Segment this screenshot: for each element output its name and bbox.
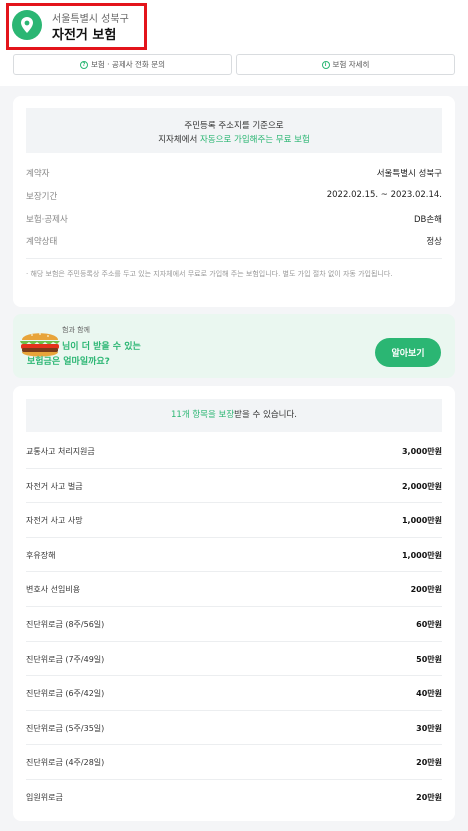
notice-line-1: 주민등록 주소지를 기준으로 bbox=[184, 121, 284, 131]
info-value: 2022.02.15. ~ 2023.02.14. bbox=[326, 190, 442, 200]
coverage-name: 변호사 선임비용 bbox=[26, 585, 81, 595]
info-key: 계약상태 bbox=[26, 237, 58, 247]
coverage-row: 진단위로금 (7주/49일) 50만원 bbox=[26, 642, 442, 677]
info-row-status: 계약상태 정상 bbox=[26, 235, 442, 249]
divider bbox=[26, 258, 442, 259]
coverage-amount: 1,000만원 bbox=[401, 516, 442, 526]
coverage-name: 진단위로금 (7주/49일) bbox=[26, 654, 105, 664]
coverage-name: 입원위로금 bbox=[26, 792, 63, 802]
coverage-amount: 2,000만원 bbox=[401, 481, 442, 491]
coverage-name: 진단위로금 (4주/28일) bbox=[26, 758, 105, 768]
info-row-period: 보장기간 2022.02.15. ~ 2023.02.14. bbox=[26, 190, 442, 204]
coverage-amount: 200만원 bbox=[410, 585, 442, 595]
promo-small-text: 험과 함께 bbox=[62, 326, 90, 334]
info-key: 보장기간 bbox=[26, 192, 58, 202]
coverage-name: 자전거 사고 사망 bbox=[26, 516, 83, 526]
coverage-name: 후유장해 bbox=[26, 550, 56, 560]
coverage-row: 진단위로금 (8주/56일) 60만원 bbox=[26, 607, 442, 642]
coverage-summary: 11개 항목을 보장받을 수 있습니다. bbox=[26, 399, 442, 432]
info-key: 보험·공제사 bbox=[26, 215, 68, 225]
coverage-amount: 40만원 bbox=[416, 689, 442, 699]
page-header: 서울특별시 성북구 자전거 보험 ? 보험 · 공제사 전화 문의 i 보험 자… bbox=[0, 0, 468, 86]
insurance-detail-button[interactable]: i 보험 자세히 bbox=[236, 54, 455, 75]
insurer-phone-label: 보험 · 공제사 전화 문의 bbox=[90, 60, 166, 69]
coverage-name: 교통사고 처리지원금 bbox=[26, 447, 95, 456]
coverage-row: 진단위로금 (6주/42일) 40만원 bbox=[26, 676, 442, 711]
coverage-row: 교통사고 처리지원금 3,000만원 bbox=[26, 434, 442, 469]
coverage-row: 후유장해 1,000만원 bbox=[26, 538, 442, 573]
promo-banner[interactable]: 험과 함께 님이 더 받을 수 있는 보험금은 얼마일까요? 알아보기 bbox=[13, 314, 455, 378]
find-out-button[interactable]: 알아보기 bbox=[375, 338, 441, 367]
info-value: 서울특별시 성북구 bbox=[376, 169, 442, 179]
coverage-amount: 20만원 bbox=[416, 758, 442, 768]
contract-card: 주민등록 주소지를 기준으로 지자체에서 자동으로 가입해주는 무료 보험 계약… bbox=[13, 96, 455, 307]
coverage-row: 진단위로금 (4주/28일) 20만원 bbox=[26, 745, 442, 780]
coverage-row: 변호사 선임비용 200만원 bbox=[26, 572, 442, 607]
coverage-list: 교통사고 처리지원금 3,000만원 자전거 사고 벌금 2,000만원 자전거 사… bbox=[26, 434, 442, 815]
coverage-card: 11개 항목을 보장받을 수 있습니다. 교통사고 처리지원금 3,000만원 자… bbox=[13, 386, 455, 821]
question-icon: ? bbox=[79, 60, 88, 69]
info-row-contractor: 계약자 서울특별시 성북구 bbox=[26, 167, 442, 181]
coverage-amount: 30만원 bbox=[416, 723, 442, 733]
disclaimer-text: · 해당 보험은 주민등록상 주소를 두고 있는 지자체에서 무료로 가입해 주… bbox=[26, 270, 393, 278]
title-highlight-box bbox=[6, 3, 147, 50]
info-icon: i bbox=[321, 60, 330, 69]
coverage-amount: 1,000만원 bbox=[401, 550, 442, 560]
coverage-amount: 20만원 bbox=[416, 792, 442, 802]
promo-line-2: 보험금은 얼마일까요? bbox=[27, 357, 110, 367]
info-value: 정상 bbox=[426, 237, 442, 247]
info-row-insurer: 보험·공제사 DB손해 bbox=[26, 213, 442, 227]
coverage-amount: 60만원 bbox=[416, 619, 442, 629]
notice-box: 주민등록 주소지를 기준으로 지자체에서 자동으로 가입해주는 무료 보험 bbox=[26, 108, 442, 153]
insurer-phone-button[interactable]: ? 보험 · 공제사 전화 문의 bbox=[13, 54, 232, 75]
coverage-row: 자전거 사고 사망 1,000만원 bbox=[26, 503, 442, 538]
coverage-amount: 3,000만원 bbox=[401, 447, 442, 456]
insurance-detail-label: 보험 자세히 bbox=[332, 60, 370, 69]
info-key: 계약자 bbox=[26, 169, 50, 179]
notice-line-2: 지자체에서 자동으로 가입해주는 무료 보험 bbox=[158, 135, 310, 145]
coverage-row: 진단위로금 (5주/35일) 30만원 bbox=[26, 711, 442, 746]
coverage-name: 진단위로금 (6주/42일) bbox=[26, 689, 105, 699]
coverage-row: 입원위로금 20만원 bbox=[26, 780, 442, 815]
info-value: DB손해 bbox=[413, 215, 442, 225]
coverage-name: 진단위로금 (5주/35일) bbox=[26, 723, 105, 733]
coverage-name: 진단위로금 (8주/56일) bbox=[26, 619, 105, 629]
coverage-name: 자전거 사고 벌금 bbox=[26, 481, 83, 491]
coverage-row: 자전거 사고 벌금 2,000만원 bbox=[26, 469, 442, 504]
promo-line-1: 님이 더 받을 수 있는 bbox=[62, 342, 141, 352]
coverage-amount: 50만원 bbox=[416, 654, 442, 664]
